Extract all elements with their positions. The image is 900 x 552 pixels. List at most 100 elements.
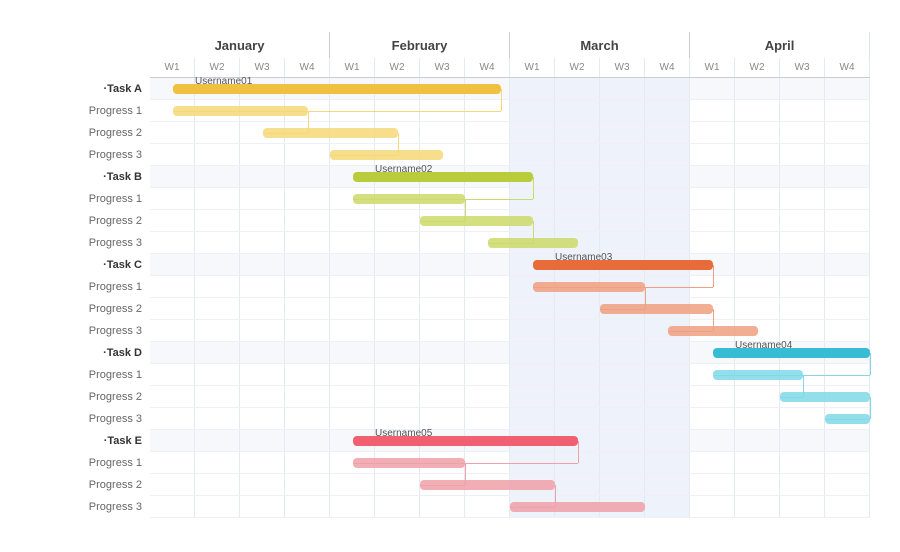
grid-cell <box>150 122 195 143</box>
grid-cell <box>195 100 240 121</box>
grid-cell <box>690 100 735 121</box>
grid-cell <box>555 364 600 385</box>
grid-cell <box>690 122 735 143</box>
grid-cell <box>240 210 285 231</box>
grid-cell <box>285 452 330 473</box>
grid-row <box>150 320 870 342</box>
grid-cell <box>285 496 330 517</box>
grid-cell <box>690 210 735 231</box>
grid-cell <box>735 430 780 451</box>
grid-row <box>150 144 870 166</box>
grid-cell <box>150 430 195 451</box>
grid-cell <box>375 232 420 253</box>
grid-cell <box>195 474 240 495</box>
grid-cell <box>195 122 240 143</box>
grid-row <box>150 210 870 232</box>
week-label: W3 <box>420 58 465 77</box>
grid-cell <box>330 320 375 341</box>
grid-cell <box>825 320 870 341</box>
grid-cell <box>465 188 510 209</box>
grid-cell <box>825 408 870 429</box>
grid-cell <box>645 100 690 121</box>
grid-cell <box>240 144 285 165</box>
grid-cell <box>510 254 555 275</box>
grid-cell <box>285 364 330 385</box>
grid-cell <box>780 166 825 187</box>
grid-cell <box>375 122 420 143</box>
grid-cell <box>825 122 870 143</box>
grid-cell <box>330 276 375 297</box>
grid-cell <box>555 254 600 275</box>
grid-cell <box>555 122 600 143</box>
progress-label: Progress 3 <box>30 320 150 342</box>
grid-cell <box>690 496 735 517</box>
grid-cell <box>195 430 240 451</box>
grid-cell <box>645 210 690 231</box>
grid-cell <box>780 342 825 363</box>
grid-cell <box>240 166 285 187</box>
grid-cell <box>780 122 825 143</box>
grid-cell <box>195 254 240 275</box>
grid-cell <box>375 298 420 319</box>
grid-cell <box>465 364 510 385</box>
grid-cell <box>555 232 600 253</box>
grid-cell <box>510 188 555 209</box>
grid-cell <box>510 100 555 121</box>
grid-cell <box>420 254 465 275</box>
grid-cell <box>510 364 555 385</box>
grid-cell <box>780 320 825 341</box>
grid-cell <box>600 100 645 121</box>
grid-cell <box>150 298 195 319</box>
grid-cell <box>645 276 690 297</box>
grid-cell <box>690 452 735 473</box>
grid-cell <box>375 188 420 209</box>
grid-cell <box>690 254 735 275</box>
grid-row <box>150 474 870 496</box>
grid-cell <box>510 166 555 187</box>
grid-cell <box>510 474 555 495</box>
grid-cell <box>195 166 240 187</box>
grid-cell <box>240 386 285 407</box>
grid-cell <box>420 364 465 385</box>
grid-cell <box>510 320 555 341</box>
grid-cell <box>195 144 240 165</box>
progress-label: Progress 2 <box>30 386 150 408</box>
grid-cell <box>330 210 375 231</box>
week-label: W2 <box>375 58 420 77</box>
grid-cell <box>150 452 195 473</box>
grid-cell <box>600 408 645 429</box>
grid-cell <box>825 386 870 407</box>
grid-cell <box>240 100 285 121</box>
grid-cell <box>555 78 600 99</box>
grid-cell <box>825 496 870 517</box>
grid-cell <box>375 386 420 407</box>
grid-cell <box>510 78 555 99</box>
progress-label: Progress 1 <box>30 100 150 122</box>
grid-cell <box>330 386 375 407</box>
grid-cell <box>420 210 465 231</box>
grid-cell <box>375 100 420 121</box>
grid-cell <box>240 408 285 429</box>
grid-cell <box>645 166 690 187</box>
grid-cell <box>735 474 780 495</box>
grid-cell <box>330 254 375 275</box>
grid-cell <box>195 452 240 473</box>
grid-cell <box>375 342 420 363</box>
week-label: W4 <box>465 58 510 77</box>
grid-cell <box>375 430 420 451</box>
grid-cell <box>645 298 690 319</box>
grid-cell <box>735 100 780 121</box>
grid-cell <box>150 78 195 99</box>
grid-cell <box>420 474 465 495</box>
grid-cell <box>465 276 510 297</box>
grid-cell <box>780 144 825 165</box>
grid-cell <box>285 188 330 209</box>
week-label: W3 <box>780 58 825 77</box>
grid-cell <box>825 144 870 165</box>
grid-row <box>150 364 870 386</box>
grid-cell <box>600 474 645 495</box>
grid-cell <box>150 144 195 165</box>
grid-cell <box>240 276 285 297</box>
grid-cell <box>645 474 690 495</box>
grid-cell <box>240 188 285 209</box>
